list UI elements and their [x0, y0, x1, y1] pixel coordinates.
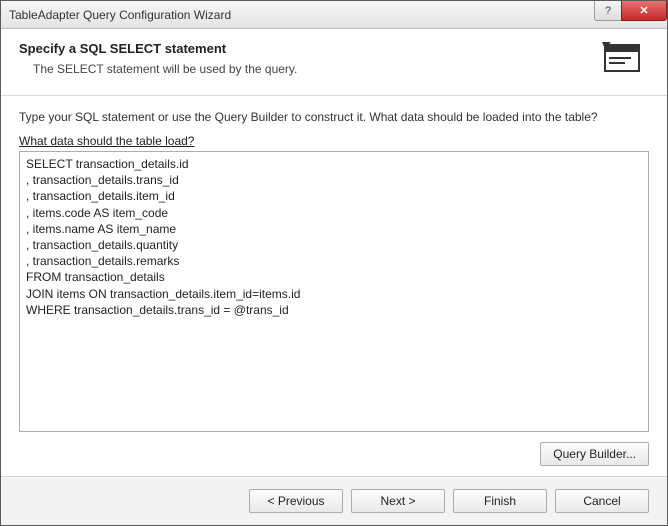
wizard-window: TableAdapter Query Configuration Wizard …: [0, 0, 668, 526]
titlebar: TableAdapter Query Configuration Wizard …: [1, 1, 667, 29]
cancel-button[interactable]: Cancel: [555, 489, 649, 513]
wizard-content: Type your SQL statement or use the Query…: [1, 96, 667, 476]
close-button[interactable]: ✕: [621, 1, 667, 21]
page-title: Specify a SQL SELECT statement: [19, 41, 591, 56]
header-text-block: Specify a SQL SELECT statement The SELEC…: [19, 41, 591, 76]
titlebar-controls: ? ✕: [595, 1, 667, 21]
help-icon: ?: [605, 5, 611, 17]
query-builder-row: Query Builder...: [19, 442, 649, 466]
close-icon: ✕: [639, 4, 648, 17]
wizard-footer: < Previous Next > Finish Cancel: [1, 476, 667, 525]
previous-button[interactable]: < Previous: [249, 489, 343, 513]
sql-field-label: What data should the table load?: [19, 134, 649, 148]
instruction-text: Type your SQL statement or use the Query…: [19, 110, 649, 124]
window-title: TableAdapter Query Configuration Wizard: [9, 8, 231, 22]
sql-statement-input[interactable]: [19, 151, 649, 432]
query-window-icon: [601, 41, 649, 81]
finish-button[interactable]: Finish: [453, 489, 547, 513]
query-builder-button[interactable]: Query Builder...: [540, 442, 649, 466]
wizard-header: Specify a SQL SELECT statement The SELEC…: [1, 29, 667, 96]
page-subtitle: The SELECT statement will be used by the…: [19, 62, 591, 76]
help-button[interactable]: ?: [594, 1, 622, 21]
next-button[interactable]: Next >: [351, 489, 445, 513]
